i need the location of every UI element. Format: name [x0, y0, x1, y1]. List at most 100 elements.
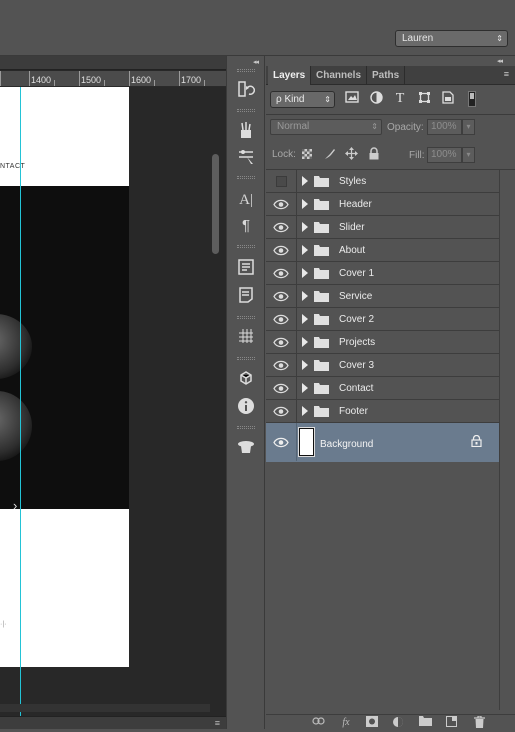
opacity-dropdown-icon[interactable]: ▾ — [462, 119, 475, 135]
grip-handle[interactable] — [237, 426, 255, 429]
lock-all-icon[interactable] — [367, 147, 381, 161]
comments-icon[interactable] — [235, 286, 257, 308]
new-layer-icon[interactable] — [444, 716, 458, 729]
grip-handle[interactable] — [237, 69, 255, 72]
eye-icon[interactable] — [273, 314, 289, 325]
stone-image — [0, 314, 32, 379]
lock-position-icon[interactable] — [344, 147, 358, 161]
layers-scrollbar[interactable] — [499, 170, 515, 710]
fill-dropdown-icon[interactable]: ▾ — [462, 147, 475, 163]
layer-thumbnail — [298, 427, 315, 457]
layer-row-contact[interactable]: Contact — [266, 377, 499, 400]
fx-icon[interactable]: fx — [339, 716, 353, 729]
opacity-input[interactable]: 100% — [427, 119, 462, 135]
trash-icon[interactable] — [472, 715, 486, 729]
grid-icon[interactable] — [235, 327, 257, 349]
expand-arrow-icon[interactable] — [302, 222, 308, 232]
fill-input[interactable]: 100% — [427, 147, 462, 163]
filter-kind-label: ρ Kind — [276, 94, 305, 105]
visibility-toggle-empty[interactable] — [276, 176, 287, 187]
tab-channels[interactable]: Channels — [311, 66, 368, 85]
ruler-label: 1500 — [81, 75, 102, 85]
filter-kind-select[interactable]: ρ Kind ⇕ — [270, 91, 335, 108]
workspace-switcher[interactable]: Lauren ⇕ — [395, 30, 508, 47]
filter-toggle[interactable] — [468, 91, 476, 107]
eye-icon[interactable] — [273, 268, 289, 279]
opacity-label: Opacity: — [387, 122, 424, 133]
info-icon[interactable] — [235, 397, 257, 419]
blend-mode-select[interactable]: Normal ⇕ — [270, 119, 382, 135]
expand-arrow-icon[interactable] — [302, 360, 308, 370]
character-icon[interactable]: A| — [235, 189, 257, 211]
expand-arrow-icon[interactable] — [302, 337, 308, 347]
eye-icon[interactable] — [273, 291, 289, 302]
brush-presets-icon[interactable] — [235, 147, 257, 169]
expand-arrow-icon[interactable] — [302, 314, 308, 324]
grip-handle[interactable] — [237, 357, 255, 360]
tab-layers[interactable]: Layers — [268, 66, 312, 85]
layer-name: Header — [339, 199, 372, 210]
horizontal-scrollbar[interactable] — [0, 704, 210, 712]
type-filter-icon[interactable]: T — [392, 91, 408, 107]
notes-icon[interactable] — [235, 258, 257, 280]
eye-icon[interactable] — [273, 437, 289, 448]
eye-icon[interactable] — [273, 199, 289, 210]
collapse-icon[interactable]: ◂◂ — [497, 57, 503, 65]
horizontal-ruler[interactable]: 1400 1500 1600 1700 — [0, 71, 226, 87]
layer-row-cover-1[interactable]: Cover 1 — [266, 262, 499, 285]
lock-transparent-pixels-icon[interactable] — [302, 149, 312, 159]
eye-icon[interactable] — [273, 360, 289, 371]
paragraph-icon[interactable]: ¶ — [235, 215, 257, 237]
menu-icon[interactable]: ≡ — [215, 718, 220, 728]
link-icon[interactable] — [311, 716, 325, 729]
layer-row-service[interactable]: Service — [266, 285, 499, 308]
layer-row-projects[interactable]: Projects — [266, 331, 499, 354]
eye-icon[interactable] — [273, 406, 289, 417]
expand-arrow-icon[interactable] — [302, 406, 308, 416]
expand-arrow-icon[interactable] — [302, 291, 308, 301]
adjustment-filter-icon[interactable] — [368, 91, 384, 107]
layer-row-slider[interactable]: Slider — [266, 216, 499, 239]
grip-handle[interactable] — [237, 245, 255, 248]
grip-handle[interactable] — [237, 109, 255, 112]
expand-arrow-icon[interactable] — [302, 245, 308, 255]
pixel-filter-icon[interactable] — [344, 91, 360, 107]
layer-row-cover-2[interactable]: Cover 2 — [266, 308, 499, 331]
eye-icon[interactable] — [273, 383, 289, 394]
expand-arrow-icon[interactable] — [302, 176, 308, 186]
mask-icon[interactable] — [365, 716, 379, 729]
brushes-icon[interactable] — [235, 121, 257, 143]
layer-row-header[interactable]: Header — [266, 193, 499, 216]
collapse-icon[interactable]: ◂◂ — [253, 58, 259, 66]
panel-tab-bar: Layers Channels Paths ≡ — [266, 66, 515, 85]
lock-image-pixels-icon[interactable] — [322, 147, 336, 161]
smart-object-filter-icon[interactable] — [440, 91, 456, 107]
3d-icon[interactable] — [235, 368, 257, 390]
eye-icon[interactable] — [273, 245, 289, 256]
history-icon[interactable] — [235, 80, 257, 102]
adjustment-icon[interactable] — [391, 716, 405, 729]
tool-presets-icon[interactable] — [235, 438, 257, 460]
updown-arrow-icon: ⇕ — [324, 95, 331, 104]
layer-row-cover-3[interactable]: Cover 3 — [266, 354, 499, 377]
group-folder-icon[interactable] — [418, 716, 432, 729]
expand-arrow-icon[interactable] — [302, 268, 308, 278]
eye-icon[interactable] — [273, 222, 289, 233]
panel-menu-icon[interactable]: ≡ — [504, 69, 509, 79]
grip-handle[interactable] — [237, 316, 255, 319]
divider — [296, 239, 297, 261]
layer-name: Slider — [339, 222, 365, 233]
grip-handle[interactable] — [237, 176, 255, 179]
eye-icon[interactable] — [273, 337, 289, 348]
vertical-scrollbar[interactable] — [212, 154, 219, 254]
layer-row-about[interactable]: About — [266, 239, 499, 262]
vertical-guide[interactable] — [20, 87, 21, 727]
layer-row-footer[interactable]: Footer — [266, 400, 499, 423]
shape-filter-icon[interactable] — [416, 91, 432, 107]
expand-arrow-icon[interactable] — [302, 199, 308, 209]
blend-mode-value: Normal — [277, 121, 310, 132]
tab-paths[interactable]: Paths — [367, 66, 406, 85]
ruler-label: 1600 — [131, 75, 152, 85]
expand-arrow-icon[interactable] — [302, 383, 308, 393]
layer-row-styles[interactable]: Styles — [266, 170, 499, 193]
